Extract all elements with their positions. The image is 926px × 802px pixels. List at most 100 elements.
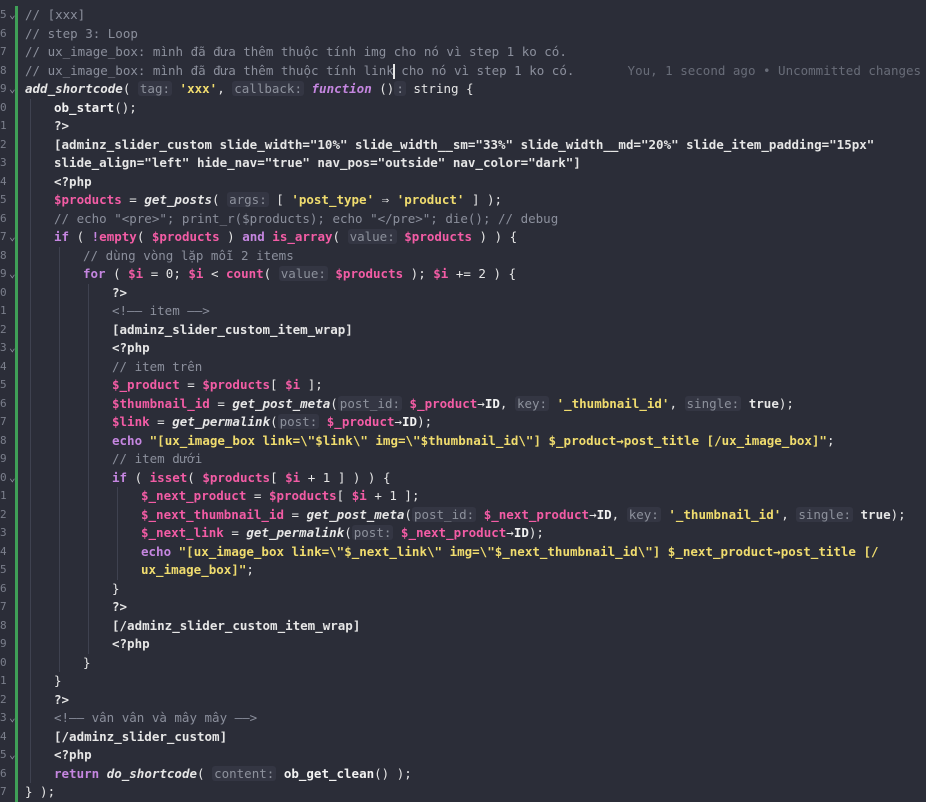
fold-chevron-icon[interactable]: ⌄ (9, 339, 16, 358)
code-line[interactable]: 4 echo "[ux_image_box link=\"$_next_link\… (0, 542, 926, 561)
fold-chevron-icon[interactable]: ⌄ (9, 709, 16, 728)
code-token: for (83, 266, 106, 281)
indent-guide (30, 505, 31, 524)
code-line[interactable]: 1 ?> (0, 117, 926, 136)
code-line[interactable]: 5 $_product = $products[ $i ]; (0, 376, 926, 395)
code-token: += 2 ) { (448, 266, 517, 281)
indent-guide (30, 431, 31, 450)
code-token: $products (202, 377, 271, 392)
code-line[interactable]: 7} ); (0, 783, 926, 802)
indent-guide (30, 561, 31, 580)
code-line[interactable]: 3 slide_align="left" hide_nav="true" nav_… (0, 154, 926, 173)
code-line[interactable]: 1 $_next_product = $products[ $i + 1 ]; (0, 487, 926, 506)
code-line[interactable]: 3 $_next_link = get_permalink(post: $_nex… (0, 524, 926, 543)
code-token: + 1 ]; (366, 488, 420, 503)
code-line[interactable]: 5 $products = get_posts( args: [ 'post_ty… (0, 191, 926, 210)
code-text: $products = get_posts( args: [ 'post_typ… (54, 191, 502, 210)
code-line[interactable]: 6 return do_shortcode( content: ob_get_cl… (0, 764, 926, 783)
indent-guide (30, 727, 31, 746)
code-line[interactable]: 7 ⌄ if ( !empty( $products ) and is_array(… (0, 228, 926, 247)
code-line[interactable]: 8 echo "[ux_image_box link=\"$link\" img=… (0, 431, 926, 450)
code-line[interactable]: 2 $_next_thumbnail_id = get_post_meta(pos… (0, 505, 926, 524)
code-text: $_next_link = get_permalink(post: $_next… (141, 524, 544, 543)
indent-guide (30, 394, 31, 413)
indent-guide (88, 579, 89, 598)
line-number: 6 (0, 396, 7, 410)
code-line[interactable]: 8 // dùng vòng lặp mỗi 2 items (0, 246, 926, 265)
code-editor[interactable]: 5 ⌄// [xxx] 6// step 3: Loop 7// ux_image_b… (0, 0, 926, 802)
code-line[interactable]: 6} (0, 579, 926, 598)
indent-guide (88, 635, 89, 654)
code-text: <?php (54, 746, 92, 765)
code-line[interactable]: 8 [/adminz_slider_custom_item_wrap] (0, 616, 926, 636)
fold-chevron-icon[interactable]: ⌄ (9, 469, 16, 488)
code-token: ( (404, 506, 412, 522)
code-token: ( (212, 192, 228, 207)
code-line[interactable]: 5 ⌄ // [xxx] (0, 6, 926, 25)
line-number: 2 (0, 322, 7, 336)
code-line[interactable]: 7 // ux_image_box: mình đã đưa thêm thuộc… (0, 43, 926, 62)
code-line[interactable]: 2 [adminz_slider_custom slide_width="10%"… (0, 135, 926, 154)
indent-guide (30, 228, 31, 247)
code-token: string (413, 81, 459, 96)
indent-guide (30, 690, 31, 709)
code-line[interactable]: 7 $link = get_permalink(post: $_product→I… (0, 413, 926, 432)
fold-chevron-icon[interactable]: ⌄ (9, 80, 16, 99)
code-line[interactable]: 0 ?> (0, 283, 926, 303)
fold-chevron-icon[interactable]: ⌄ (9, 746, 16, 765)
code-line[interactable]: 7 ?> (0, 598, 926, 617)
line-number: 0 (0, 285, 7, 299)
code-token: ); (778, 395, 794, 411)
indent-guide (30, 283, 31, 302)
code-token: if (112, 469, 128, 485)
code-line[interactable]: 5 ux_image_box]"; (0, 561, 926, 580)
code-text: ?> (112, 284, 127, 303)
code-text: <?php (112, 339, 150, 358)
code-line[interactable]: 0} (0, 653, 926, 672)
code-line[interactable]: 0 ⌄ if ( isset( $products[ $i + 1 ] ) ) { (0, 468, 926, 488)
code-line[interactable]: 6 // echo "<pre>"; print_r($products); ec… (0, 209, 926, 228)
code-line[interactable]: 3 ⌄ <?php (0, 339, 926, 358)
line-number: 3 (0, 526, 7, 539)
code-line[interactable]: 9 ⌄ for ( $i = 0; $i < count( value: $prod… (0, 265, 926, 284)
code-token: 'post_type' (291, 192, 375, 207)
code-line[interactable]: 2 ?> (0, 690, 926, 709)
code-token: $products (151, 229, 220, 244)
code-token: is_array (272, 229, 333, 244)
code-line[interactable]: 6 // step 3: Loop (0, 25, 926, 44)
line-number: 8 (0, 63, 7, 77)
code-line[interactable]: 1 <!—— item ——> (0, 302, 926, 321)
code-line[interactable]: 8 // ux_image_box: mình đã đưa thêm thuộc… (0, 62, 926, 81)
code-line[interactable]: 4 <?php (0, 172, 926, 191)
code-line[interactable]: 5 ⌄ <?php (0, 746, 926, 765)
code-token: // ux_image_box: mình đã đưa thêm thuộc … (25, 62, 394, 78)
code-token: $products (268, 488, 337, 503)
indent-guide (88, 413, 89, 432)
fold-chevron-icon[interactable]: ⌄ (9, 228, 16, 247)
code-line[interactable]: 3 ⌄ <!—— vân vân và mây mây ——> (0, 709, 926, 728)
code-line[interactable]: 6 $thumbnail_id = get_post_meta(post_id: … (0, 394, 926, 413)
indent-guide (30, 450, 31, 469)
code-line[interactable]: 9 ⌄ add_shortcode( tag: 'xxx', callback: f… (0, 80, 926, 99)
fold-chevron-icon[interactable]: ⌄ (9, 6, 16, 25)
code-line[interactable]: 9 <?php (0, 635, 926, 654)
code-line[interactable]: 0 ob_start(); (0, 98, 926, 117)
code-line[interactable]: 2 [adminz_slider_custom_item_wrap] (0, 320, 926, 339)
code-text: [/adminz_slider_custom_item_wrap] (112, 617, 360, 636)
code-token: // item trên (112, 358, 203, 374)
indent-guide (88, 394, 89, 413)
code-line[interactable]: 1} (0, 672, 926, 691)
code-line[interactable]: 9 // item dưới (0, 450, 926, 469)
line-number: 4 (0, 729, 7, 743)
code-token: (); (114, 99, 137, 115)
code-token: do_shortcode (106, 765, 197, 781)
code-line[interactable]: 4 [/adminz_slider_custom] (0, 727, 926, 746)
code-text: $_next_product = $products[ $i + 1 ]; (141, 487, 419, 506)
fold-chevron-icon[interactable]: ⌄ (9, 265, 16, 284)
indent-guide (30, 302, 31, 321)
code-line[interactable]: 4 // item trên (0, 357, 926, 376)
code-token: ( (127, 469, 150, 485)
